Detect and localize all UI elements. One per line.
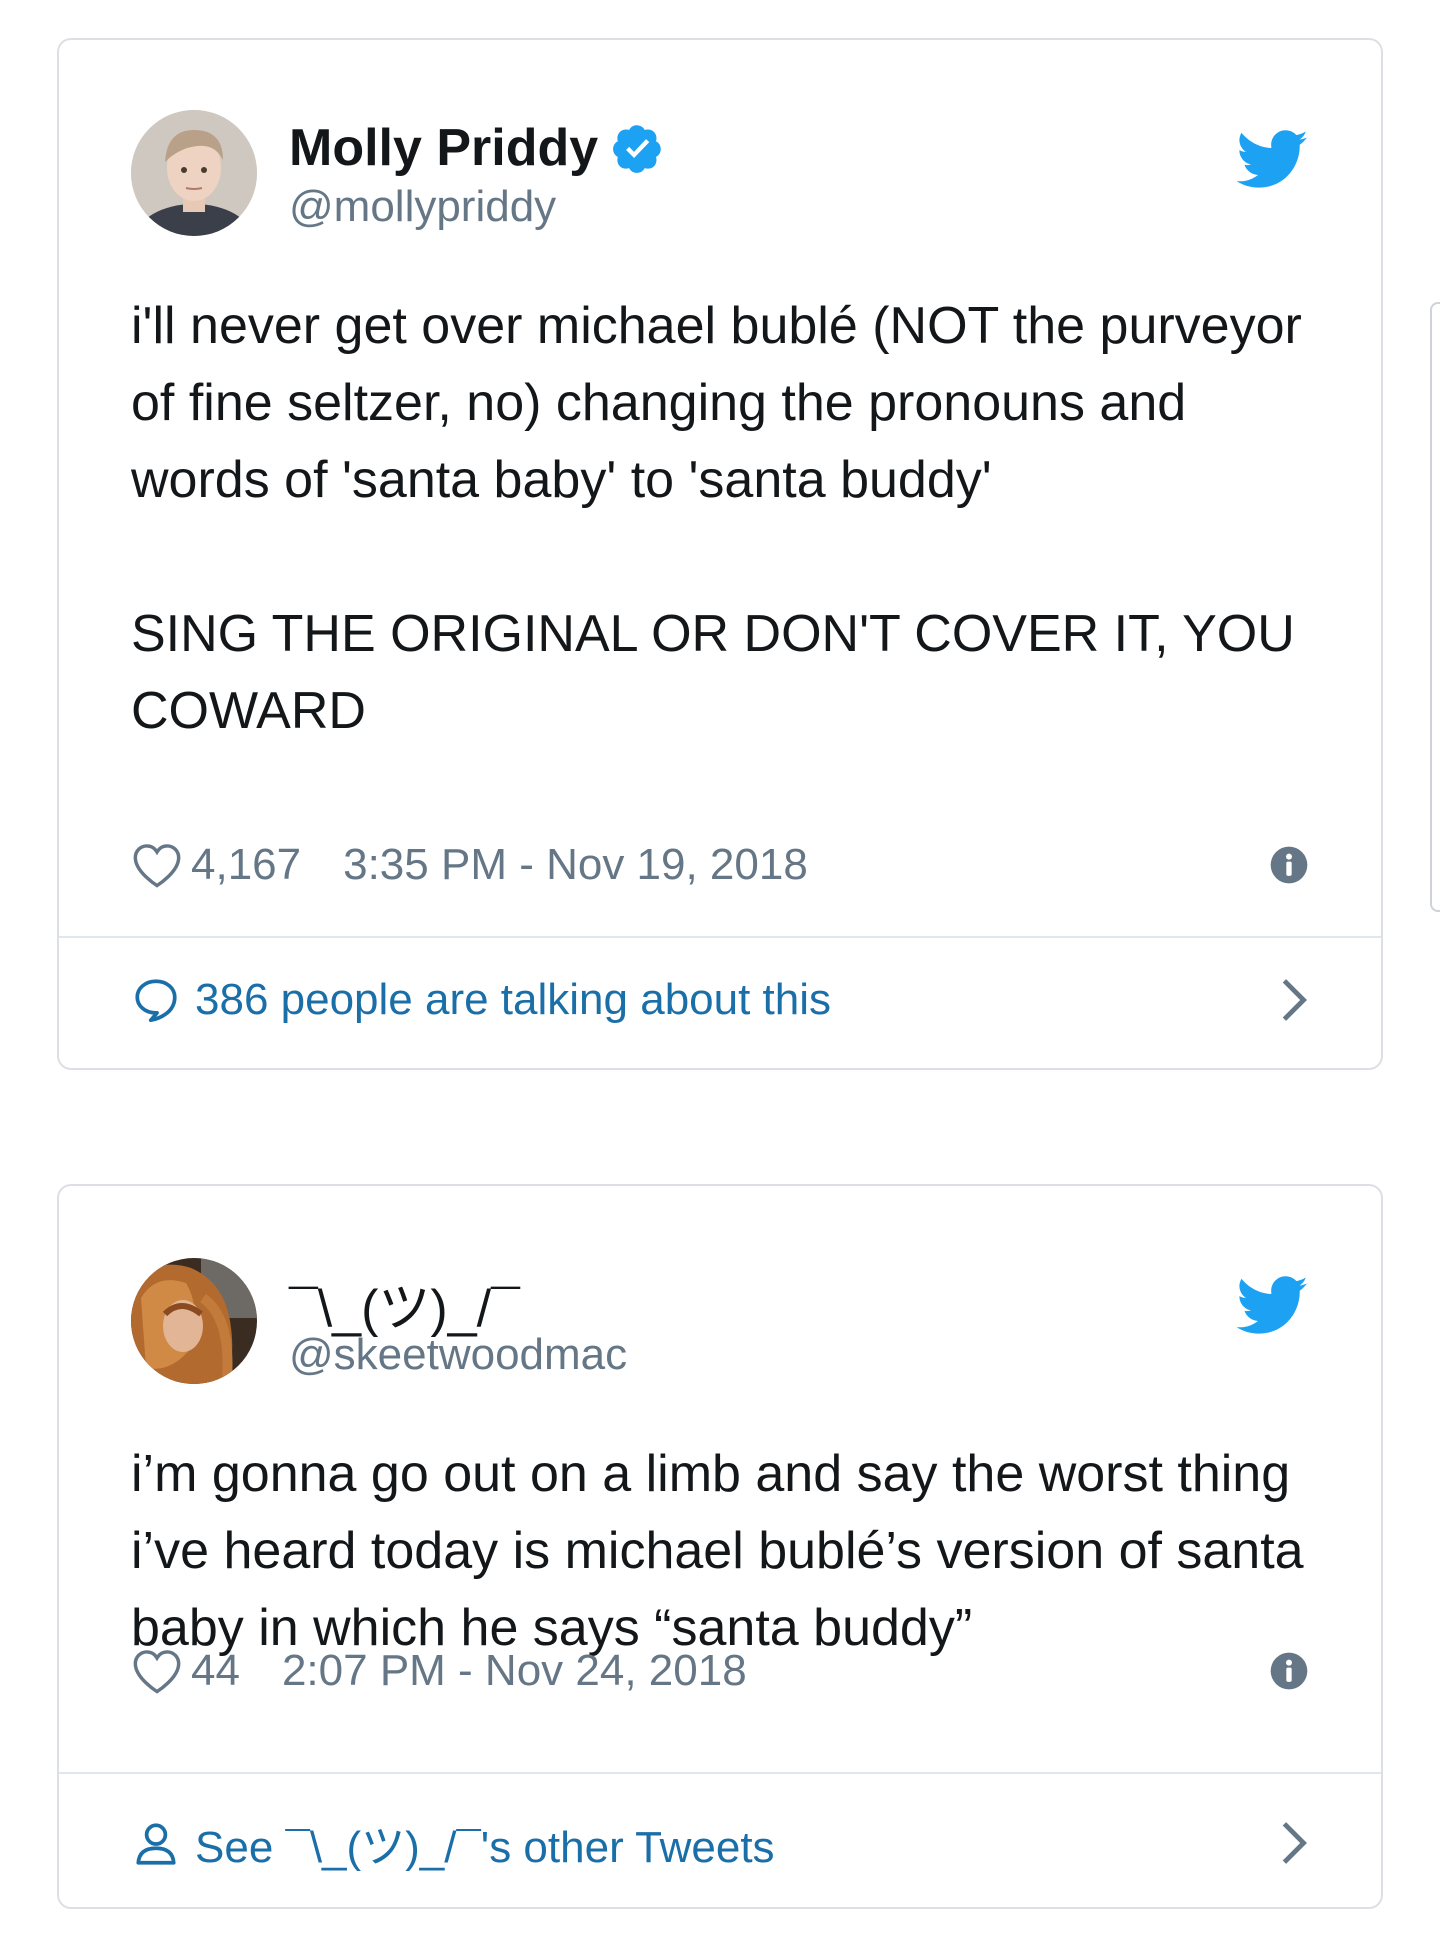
conversation-link-label[interactable]: 386 people are talking about this bbox=[195, 975, 831, 1025]
avatar[interactable] bbox=[131, 1258, 257, 1384]
tweet-meta: 44 2:07 PM - Nov 24, 2018 bbox=[131, 1646, 1309, 1696]
handle[interactable]: @mollypriddy bbox=[289, 182, 556, 232]
divider bbox=[59, 1772, 1381, 1774]
profile-link[interactable]: See ¯\_(ツ)_/¯'s other Tweets bbox=[131, 1811, 1309, 1875]
tweet-text-paragraph: i'll never get over michael bublé (NOT t… bbox=[131, 297, 1302, 509]
divider bbox=[59, 936, 1381, 938]
conversation-link[interactable]: 386 people are talking about this bbox=[131, 975, 1309, 1025]
like-count[interactable]: 44 bbox=[191, 1646, 240, 1696]
chevron-right-icon bbox=[1282, 1822, 1307, 1864]
person-icon bbox=[136, 1823, 176, 1865]
avatar[interactable] bbox=[131, 110, 257, 236]
profile-link-label[interactable]: See ¯\_(ツ)_/¯'s other Tweets bbox=[195, 1811, 775, 1875]
timestamp[interactable]: 3:35 PM - Nov 19, 2018 bbox=[343, 840, 808, 890]
twitter-bird-icon[interactable] bbox=[1237, 1276, 1309, 1336]
scrollbar[interactable] bbox=[1430, 302, 1440, 912]
tweet-card[interactable]: Molly Priddy @mollypriddy i'll never get… bbox=[57, 38, 1383, 1070]
heart-icon[interactable] bbox=[131, 840, 183, 890]
twitter-bird-icon[interactable] bbox=[1237, 130, 1309, 190]
info-icon[interactable] bbox=[1269, 845, 1309, 885]
handle[interactable]: @skeetwoodmac bbox=[289, 1330, 627, 1380]
display-name-text[interactable]: Molly Priddy bbox=[289, 118, 598, 178]
chevron-right-icon bbox=[1282, 979, 1307, 1021]
heart-icon[interactable] bbox=[131, 1646, 183, 1696]
tweet-text-paragraph: SING THE ORIGINAL OR DON'T COVER IT, YOU… bbox=[131, 605, 1295, 740]
info-icon[interactable] bbox=[1269, 1651, 1309, 1691]
tweet-text-paragraph: i’m gonna go out on a limb and say the w… bbox=[131, 1445, 1304, 1657]
tweet-meta: 4,167 3:35 PM - Nov 19, 2018 bbox=[131, 840, 1309, 890]
tweet-card[interactable]: ¯\_(ツ)_/¯ @skeetwoodmac i’m gonna go out… bbox=[57, 1184, 1383, 1909]
speech-bubble-icon bbox=[135, 979, 177, 1023]
tweet-text: i'll never get over michael bublé (NOT t… bbox=[131, 288, 1331, 750]
verified-badge-icon bbox=[613, 125, 661, 173]
display-name[interactable]: Molly Priddy bbox=[289, 118, 664, 178]
tweet-text: i’m gonna go out on a limb and say the w… bbox=[131, 1436, 1331, 1667]
timestamp[interactable]: 2:07 PM - Nov 24, 2018 bbox=[282, 1646, 747, 1696]
like-count[interactable]: 4,167 bbox=[191, 840, 301, 890]
